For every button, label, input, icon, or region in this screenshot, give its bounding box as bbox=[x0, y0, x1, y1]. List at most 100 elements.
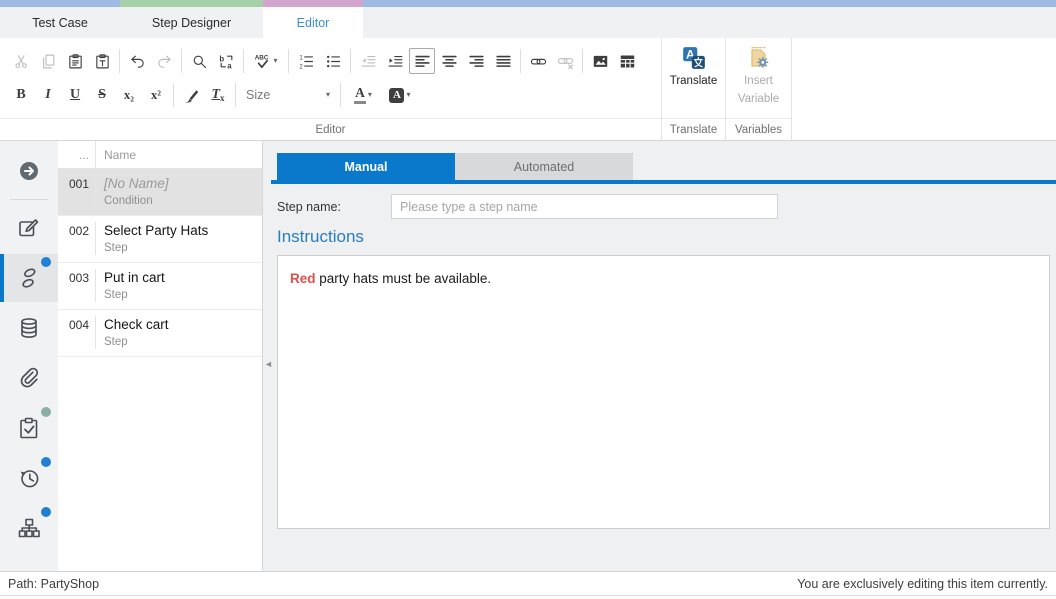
tab-accent-underline bbox=[271, 180, 1056, 184]
image-icon bbox=[592, 53, 609, 70]
redo-button[interactable] bbox=[151, 48, 177, 74]
separator bbox=[235, 83, 236, 107]
subscript-button[interactable]: x₂ bbox=[116, 82, 142, 108]
copy-button[interactable] bbox=[35, 48, 61, 74]
find-button[interactable] bbox=[186, 48, 212, 74]
history-clock-icon bbox=[17, 466, 41, 490]
instructions-editor[interactable]: Red party hats must be available. bbox=[277, 255, 1050, 529]
sidebar-item-attachments[interactable] bbox=[0, 354, 58, 402]
replace-button[interactable] bbox=[213, 48, 239, 74]
step-row-001[interactable]: 001 [No Name] Condition bbox=[58, 169, 262, 216]
steps-list-header: ... Name bbox=[58, 141, 262, 169]
tab-step-designer[interactable]: Step Designer bbox=[120, 7, 263, 38]
column-header-name[interactable]: Name bbox=[96, 148, 136, 162]
superscript-button[interactable]: x² bbox=[143, 82, 169, 108]
tab-test-case[interactable]: Test Case bbox=[0, 7, 120, 38]
tab-editor[interactable]: Editor bbox=[263, 7, 363, 38]
remove-format-icon: Tx bbox=[211, 87, 224, 103]
numbered-list-button[interactable] bbox=[293, 48, 319, 74]
font-color-icon: A bbox=[354, 86, 366, 104]
scissors-icon bbox=[13, 53, 30, 70]
strikethrough-button[interactable]: S bbox=[89, 82, 115, 108]
arrow-circle-icon bbox=[17, 159, 41, 183]
database-icon bbox=[17, 316, 41, 340]
step-editor-pane: ◄ Manual Automated Step name: Instructio… bbox=[263, 141, 1056, 571]
copy-formatting-button[interactable] bbox=[178, 82, 204, 108]
remove-link-button[interactable] bbox=[552, 48, 578, 74]
tab-manual[interactable]: Manual bbox=[277, 153, 455, 180]
align-right-icon bbox=[468, 53, 485, 70]
sidebar-item-hierarchy[interactable] bbox=[0, 504, 58, 552]
background-color-icon: A bbox=[389, 88, 404, 103]
spellcheck-button[interactable]: ▾ bbox=[248, 48, 284, 74]
paperclip-icon bbox=[17, 366, 41, 390]
underline-button[interactable]: U bbox=[62, 82, 88, 108]
insert-variable-button[interactable]: Insert Variable bbox=[726, 38, 791, 118]
cut-button[interactable] bbox=[8, 48, 34, 74]
step-name: [No Name] bbox=[104, 175, 169, 192]
ordered-list-icon bbox=[298, 53, 315, 70]
sidebar-item-data[interactable] bbox=[0, 304, 58, 352]
align-right-button[interactable] bbox=[463, 48, 489, 74]
indent-icon bbox=[387, 53, 404, 70]
variable-gear-icon bbox=[746, 45, 772, 71]
body: ... Name 001 [No Name] Condition 002 Sel… bbox=[0, 141, 1056, 571]
column-header-handle[interactable]: ... bbox=[58, 141, 96, 168]
paste-button[interactable] bbox=[62, 48, 88, 74]
step-type: Step bbox=[104, 288, 165, 302]
undo-button[interactable] bbox=[124, 48, 150, 74]
collapse-panel-handle[interactable]: ◄ bbox=[264, 359, 273, 369]
outdent-icon bbox=[360, 53, 377, 70]
instructions-heading: Instructions bbox=[277, 227, 1056, 247]
font-color-button[interactable]: A▾ bbox=[345, 82, 381, 108]
sidebar-item-steps[interactable] bbox=[0, 254, 58, 302]
chevron-down-icon: ▾ bbox=[326, 91, 330, 99]
background-color-button[interactable]: A▾ bbox=[382, 82, 418, 108]
translate-button[interactable]: Translate bbox=[662, 38, 725, 118]
ribbon-group-editor: ▾ bbox=[0, 38, 662, 140]
separator bbox=[350, 49, 351, 73]
step-number: 002 bbox=[58, 222, 96, 255]
decrease-indent-button[interactable] bbox=[355, 48, 381, 74]
sidebar-item-edit[interactable] bbox=[0, 204, 58, 252]
separator bbox=[181, 49, 182, 73]
sidebar-item-history[interactable] bbox=[0, 454, 58, 502]
ribbon-group-translate: Translate Translate bbox=[662, 38, 726, 140]
ribbon: ▾ bbox=[0, 38, 1056, 141]
separator bbox=[340, 83, 341, 107]
tab-automated[interactable]: Automated bbox=[455, 153, 633, 180]
step-type: Step bbox=[104, 335, 169, 349]
paste-as-text-button[interactable] bbox=[89, 48, 115, 74]
step-name-label: Step name: bbox=[277, 200, 391, 214]
step-row-002[interactable]: 002 Select Party Hats Step bbox=[58, 216, 262, 263]
notification-dot bbox=[41, 257, 51, 267]
step-row-004[interactable]: 004 Check cart Step bbox=[58, 310, 262, 357]
sidebar-item-review[interactable] bbox=[0, 404, 58, 452]
align-center-button[interactable] bbox=[436, 48, 462, 74]
insert-link-button[interactable] bbox=[525, 48, 551, 74]
justify-button[interactable] bbox=[490, 48, 516, 74]
highlighted-text: Red bbox=[290, 271, 316, 286]
separator bbox=[243, 49, 244, 73]
remove-format-button[interactable]: Tx bbox=[205, 82, 231, 108]
tab-color-strips bbox=[0, 0, 1056, 7]
separator bbox=[520, 49, 521, 73]
bullet-list-icon bbox=[325, 53, 342, 70]
step-number: 001 bbox=[58, 175, 96, 208]
italic-button[interactable]: I bbox=[35, 82, 61, 108]
sidebar-item-navigate[interactable] bbox=[0, 147, 58, 195]
align-left-button[interactable] bbox=[409, 48, 435, 74]
chain-link-icon bbox=[530, 53, 547, 70]
ribbon-group-label-editor: Editor bbox=[0, 118, 661, 140]
bullet-list-button[interactable] bbox=[320, 48, 346, 74]
step-name-input[interactable] bbox=[391, 194, 778, 219]
separator bbox=[119, 49, 120, 73]
insert-image-button[interactable] bbox=[587, 48, 613, 74]
font-size-dropdown[interactable]: Size▾ bbox=[240, 83, 336, 107]
step-name: Put in cart bbox=[104, 269, 165, 286]
insert-table-button[interactable] bbox=[614, 48, 640, 74]
increase-indent-button[interactable] bbox=[382, 48, 408, 74]
bold-button[interactable]: B bbox=[8, 82, 34, 108]
edit-pencil-icon bbox=[17, 216, 41, 240]
step-row-003[interactable]: 003 Put in cart Step bbox=[58, 263, 262, 310]
